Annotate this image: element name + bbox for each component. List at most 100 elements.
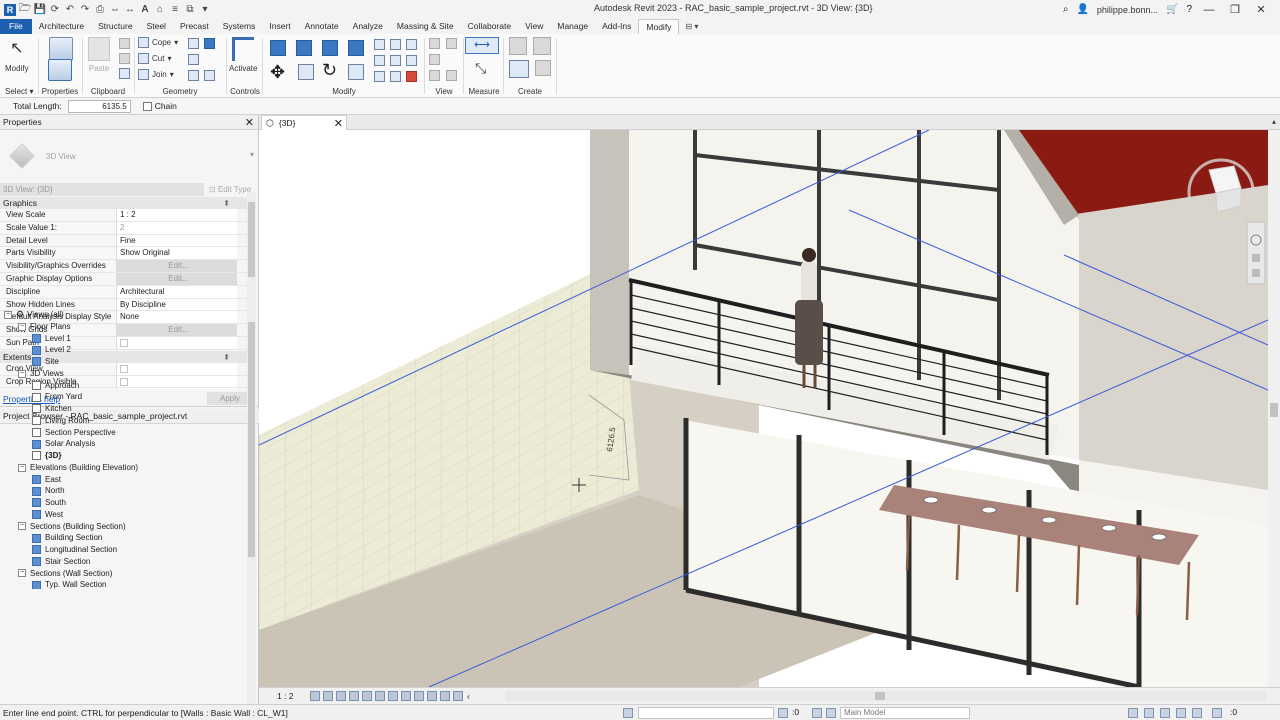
create-similar-icon[interactable] bbox=[535, 60, 551, 76]
save-icon[interactable]: 💾 bbox=[34, 4, 46, 16]
user-avatar-icon[interactable]: 👤 bbox=[1076, 4, 1088, 15]
browser-view-item[interactable]: Solar Analysis bbox=[0, 438, 247, 450]
worksets-icon[interactable] bbox=[623, 708, 633, 718]
browser-view-item[interactable]: Site bbox=[0, 356, 247, 368]
unpin-icon[interactable] bbox=[406, 39, 417, 50]
help-icon[interactable]: ? bbox=[1186, 4, 1192, 15]
browser-view-item[interactable]: West bbox=[0, 509, 247, 521]
hide-element-icon[interactable] bbox=[429, 38, 440, 49]
align-icon[interactable] bbox=[270, 40, 286, 56]
drag-elements-icon[interactable] bbox=[1192, 708, 1202, 718]
tab-file[interactable]: File bbox=[0, 19, 32, 34]
view-scale[interactable]: 1 : 2 bbox=[277, 691, 307, 701]
tab-massing-site[interactable]: Massing & Site bbox=[390, 19, 461, 34]
properties-section-header[interactable]: Graphics ⇞ bbox=[0, 196, 247, 209]
browser-view-item[interactable]: Longitudinal Section bbox=[0, 544, 247, 556]
override-graphics-icon[interactable] bbox=[446, 38, 457, 49]
scale-icon[interactable] bbox=[390, 55, 401, 66]
crop-view-icon[interactable] bbox=[375, 691, 385, 701]
property-edit-button[interactable]: Edit... bbox=[117, 260, 237, 272]
exclude-options-icon[interactable] bbox=[826, 708, 836, 718]
scroll-left-icon[interactable]: ‹ bbox=[467, 691, 470, 701]
show-crop-icon[interactable] bbox=[388, 691, 398, 701]
linework-icon[interactable] bbox=[429, 54, 440, 65]
browser-view-item[interactable]: Approach bbox=[0, 380, 247, 392]
ribbon-display-toggle-icon[interactable]: ⊟ ▾ bbox=[679, 19, 704, 34]
group-label-select[interactable]: Select ▾ bbox=[0, 87, 36, 96]
properties-icon[interactable] bbox=[48, 59, 72, 81]
tab-architecture[interactable]: Architecture bbox=[32, 19, 91, 34]
close-hidden-icon[interactable]: ⧉ bbox=[184, 4, 196, 16]
viewport-horizontal-scroll-thumb[interactable] bbox=[875, 692, 885, 700]
thin-lines-icon[interactable]: ≡ bbox=[169, 4, 181, 16]
collapse-toggle-icon[interactable]: − bbox=[18, 522, 26, 531]
minimize-button[interactable]: — bbox=[1200, 4, 1218, 16]
customize-qat-icon[interactable]: ▾ bbox=[199, 4, 211, 16]
paint-icon[interactable] bbox=[204, 38, 215, 49]
modify-button[interactable]: ↖ Modify bbox=[5, 37, 29, 73]
browser-view-item[interactable]: Level 2 bbox=[0, 344, 247, 356]
paste-button[interactable]: Paste bbox=[88, 37, 110, 73]
navigation-bar[interactable] bbox=[1246, 221, 1266, 285]
tab-modify[interactable]: Modify bbox=[638, 19, 680, 34]
browser-view-item[interactable]: {3D} bbox=[0, 450, 247, 462]
viewport-vertical-scroll-thumb[interactable] bbox=[1270, 403, 1278, 417]
browser-group-item[interactable]: −3D Views bbox=[0, 368, 247, 380]
3d-viewport[interactable]: 6126.5 bbox=[259, 130, 1268, 687]
browser-view-item[interactable]: East bbox=[0, 474, 247, 486]
viewport-horizontal-scrollbar[interactable] bbox=[505, 691, 1267, 701]
mirror-axis-icon[interactable] bbox=[322, 40, 338, 56]
move-icon[interactable]: ✥ bbox=[270, 62, 285, 83]
model-canvas[interactable]: 6126.5 bbox=[259, 130, 1268, 687]
dimension-tool-icon[interactable]: ⤡ bbox=[475, 60, 486, 77]
property-value[interactable]: Fine bbox=[117, 234, 237, 247]
cut-clipboard-icon[interactable] bbox=[119, 38, 130, 49]
trim-multiple-icon[interactable] bbox=[374, 71, 385, 82]
tab-analyze[interactable]: Analyze bbox=[346, 19, 390, 34]
collapse-icon[interactable]: ⇞ bbox=[223, 197, 230, 210]
tab-manage[interactable]: Manage bbox=[550, 19, 595, 34]
array-icon[interactable] bbox=[374, 55, 385, 66]
wall-joins-icon[interactable] bbox=[188, 54, 199, 65]
restore-button[interactable]: ❐ bbox=[1226, 3, 1244, 16]
text-icon[interactable]: A bbox=[139, 4, 151, 16]
halftone-icon[interactable] bbox=[429, 70, 440, 81]
properties-scroll-thumb[interactable] bbox=[248, 202, 255, 277]
select-underlay-icon[interactable] bbox=[1144, 708, 1154, 718]
measure-icon[interactable]: ⇔ bbox=[109, 4, 121, 16]
collapse-toggle-icon[interactable]: − bbox=[18, 569, 26, 578]
project-browser-scroll-thumb[interactable] bbox=[248, 322, 255, 557]
temporary-hide-icon[interactable] bbox=[414, 691, 424, 701]
browser-view-item[interactable]: Typ. Wall Section bbox=[0, 579, 247, 589]
render-icon[interactable] bbox=[362, 691, 372, 701]
reveal-hidden-icon[interactable] bbox=[427, 691, 437, 701]
sync-icon[interactable]: ⟳ bbox=[49, 4, 61, 16]
create-assembly-icon[interactable] bbox=[509, 37, 527, 55]
split-face-icon[interactable] bbox=[188, 38, 199, 49]
copy-clipboard-icon[interactable] bbox=[119, 53, 130, 64]
tab-precast[interactable]: Precast bbox=[173, 19, 216, 34]
mirror-draw-icon[interactable] bbox=[348, 40, 364, 56]
properties-close-icon[interactable]: ✕ bbox=[245, 116, 254, 129]
browser-group-item[interactable]: − ⚙ Views (all) bbox=[0, 309, 247, 321]
instance-selector[interactable]: 3D View: {3D} bbox=[0, 182, 204, 196]
collapse-toggle-icon[interactable]: − bbox=[18, 322, 26, 331]
filter-icon[interactable] bbox=[1212, 708, 1222, 718]
design-option-dropdown[interactable]: Main Model bbox=[840, 707, 970, 719]
revit-logo-icon[interactable]: R bbox=[4, 3, 16, 16]
search-icon[interactable]: ⌕ bbox=[1063, 4, 1069, 15]
tab-annotate[interactable]: Annotate bbox=[298, 19, 346, 34]
browser-group-item[interactable]: − Elevations (Building Elevation) bbox=[0, 462, 247, 474]
browser-group-item[interactable]: − Sections (Building Section) bbox=[0, 521, 247, 533]
measure-distance-icon[interactable]: ⟷ bbox=[465, 37, 499, 54]
browser-view-item[interactable]: Section Perspective bbox=[0, 427, 247, 439]
print-icon[interactable]: ⎙ bbox=[94, 4, 106, 16]
property-value[interactable]: 2 bbox=[117, 221, 237, 234]
cart-icon[interactable]: 🛒 bbox=[1166, 4, 1178, 15]
visual-style-icon[interactable] bbox=[323, 691, 333, 701]
split-element-icon[interactable] bbox=[374, 39, 385, 50]
tab-add-ins[interactable]: Add-Ins bbox=[595, 19, 638, 34]
total-length-field[interactable]: 6135.5 bbox=[67, 99, 131, 113]
browser-view-item[interactable]: South bbox=[0, 497, 247, 509]
demolish-icon[interactable] bbox=[204, 70, 215, 81]
